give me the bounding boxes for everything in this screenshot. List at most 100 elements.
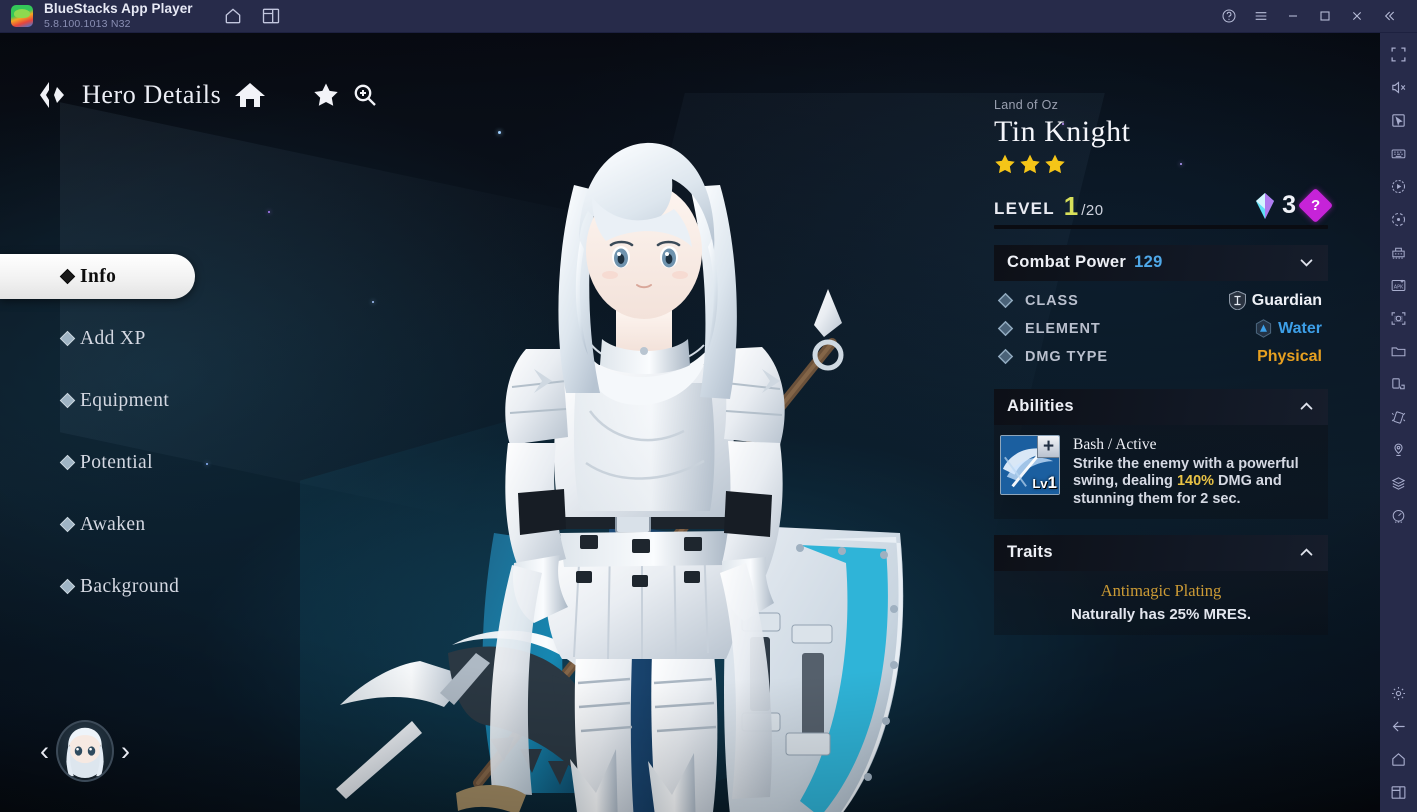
diamond-bullet-icon <box>60 579 76 595</box>
multi-instance-icon[interactable] <box>261 6 281 26</box>
abilities-label: Abilities <box>1007 397 1074 416</box>
ability-upgrade-plus-icon[interactable]: + <box>1037 436 1059 458</box>
abilities-card: Abilities + Lv1 <box>994 389 1328 519</box>
minimize-icon[interactable] <box>1277 0 1309 33</box>
shake-icon[interactable] <box>1386 404 1412 430</box>
stat-key: DMG TYPE <box>1025 349 1108 365</box>
sparkle <box>268 211 270 213</box>
magnifier-icon[interactable] <box>352 82 378 108</box>
gem-count: 3 <box>1282 193 1296 218</box>
diamond-bullet-icon <box>998 349 1014 365</box>
trait-entry: Antimagic Plating Naturally has 25% MRES… <box>994 571 1328 635</box>
menu-item-label: Background <box>80 576 179 598</box>
diamond-bullet-icon <box>60 393 76 409</box>
multi-instance-manager-icon[interactable] <box>1386 239 1412 265</box>
sync-icon[interactable] <box>1386 206 1412 232</box>
page-title: Hero Details <box>82 80 221 110</box>
stat-value-group: Physical <box>1257 348 1322 366</box>
menu-item-background[interactable]: Background <box>0 564 220 609</box>
help-icon[interactable] <box>1213 0 1245 33</box>
abilities-header[interactable]: Abilities <box>994 389 1328 425</box>
hero-name: Tin Knight <box>994 115 1328 149</box>
maximize-icon[interactable] <box>1309 0 1341 33</box>
bluestacks-logo <box>11 5 33 27</box>
trait-description: Naturally has 25% MRES. <box>994 606 1328 623</box>
traits-header[interactable]: Traits <box>994 535 1328 571</box>
home-icon[interactable] <box>223 6 243 26</box>
next-character-button[interactable]: › <box>121 738 130 765</box>
diamond-bullet-icon <box>998 293 1014 309</box>
layers-icon[interactable] <box>1386 470 1412 496</box>
hero-artwork <box>280 93 980 812</box>
macro-record-icon[interactable] <box>1386 173 1412 199</box>
menu-item-add-xp[interactable]: Add XP <box>0 316 220 361</box>
back-arrow-icon[interactable] <box>34 78 68 112</box>
class-guardian-icon <box>1229 291 1246 310</box>
titlebar-icon-group <box>223 6 281 26</box>
screenshot-icon[interactable] <box>1386 305 1412 331</box>
fullscreen-icon[interactable] <box>1386 41 1412 67</box>
level-max: /20 <box>1081 202 1103 219</box>
traits-card: Traits Antimagic Plating Naturally has 2… <box>994 535 1328 635</box>
ability-entry[interactable]: + Lv1 Bash / Active Strike the enemy wit… <box>994 425 1328 519</box>
stat-value: Physical <box>1257 348 1322 366</box>
ability-level-prefix: Lv <box>1032 476 1047 491</box>
stat-row-dmg-type: DMG TYPE Physical <box>996 343 1326 371</box>
menu-item-label: Equipment <box>80 390 169 412</box>
game-viewport: Hero Details Info Add XP Equipment Poten… <box>0 33 1380 812</box>
settings-gear-icon[interactable] <box>1386 680 1412 706</box>
menu-item-label: Awaken <box>80 514 146 536</box>
stat-value-group: Water <box>1255 319 1322 338</box>
window-controls <box>1213 0 1417 33</box>
ability-title: Bash / Active <box>1073 436 1328 454</box>
install-apk-icon[interactable]: APK <box>1386 272 1412 298</box>
menu-item-info[interactable]: Info <box>0 254 195 299</box>
level-value: 1 <box>1064 194 1078 219</box>
menu-icon[interactable] <box>1245 0 1277 33</box>
hero-detail-menu: Info Add XP Equipment Potential Awaken B… <box>0 254 220 626</box>
stat-value: Water <box>1278 320 1322 338</box>
performance-icon[interactable] <box>1386 503 1412 529</box>
rotate-icon[interactable] <box>1386 371 1412 397</box>
panel-divider <box>994 225 1328 229</box>
hero-info-panel: Land of Oz Tin Knight LEVEL 1 /20 3 ? Co… <box>994 98 1328 635</box>
stat-row-class: CLASS Guardian <box>996 287 1326 315</box>
back-icon[interactable] <box>1386 713 1412 739</box>
close-icon[interactable] <box>1341 0 1373 33</box>
stat-row-element: ELEMENT Water <box>996 315 1326 343</box>
menu-item-label: Potential <box>80 452 153 474</box>
keyboard-controls-icon[interactable] <box>1386 140 1412 166</box>
home-icon[interactable] <box>1386 746 1412 772</box>
menu-item-awaken[interactable]: Awaken <box>0 502 220 547</box>
chevron-up-icon <box>1298 544 1315 561</box>
hero-details-header: Hero Details <box>34 78 378 112</box>
help-badge-icon[interactable]: ? <box>1298 188 1333 223</box>
gem-group: 3 ? <box>1255 193 1328 219</box>
combat-power-stats: CLASS Guardian ELEMENT <box>994 281 1328 373</box>
prev-character-button[interactable]: ‹ <box>40 738 49 765</box>
menu-item-label: Add XP <box>80 328 146 350</box>
stat-key: ELEMENT <box>1025 321 1101 337</box>
traits-label: Traits <box>1007 543 1053 562</box>
mute-icon[interactable] <box>1386 74 1412 100</box>
home-icon[interactable] <box>233 78 267 112</box>
bluestacks-side-toolbar: APK <box>1380 33 1417 812</box>
combat-power-header[interactable]: Combat Power 129 <box>994 245 1328 281</box>
recents-icon[interactable] <box>1386 779 1412 805</box>
menu-item-equipment[interactable]: Equipment <box>0 378 220 423</box>
location-icon[interactable] <box>1386 437 1412 463</box>
hero-level-row: LEVEL 1 /20 3 ? <box>994 189 1328 219</box>
hero-star-rating <box>994 153 1328 175</box>
cursor-icon[interactable] <box>1386 107 1412 133</box>
app-title-block: BlueStacks App Player 5.8.100.1013 N32 <box>44 2 193 29</box>
bluestacks-titlebar: BlueStacks App Player 5.8.100.1013 N32 <box>0 0 1417 33</box>
diamond-bullet-icon <box>60 517 76 533</box>
media-folder-icon[interactable] <box>1386 338 1412 364</box>
collapse-icon[interactable] <box>1373 0 1405 33</box>
character-portrait-avatar[interactable] <box>56 720 114 782</box>
menu-item-label: Info <box>80 266 116 288</box>
ability-level-badge: Lv1 <box>1032 473 1057 493</box>
favorite-star-icon[interactable] <box>313 82 339 108</box>
menu-item-potential[interactable]: Potential <box>0 440 220 485</box>
help-glyph: ? <box>1311 197 1320 214</box>
